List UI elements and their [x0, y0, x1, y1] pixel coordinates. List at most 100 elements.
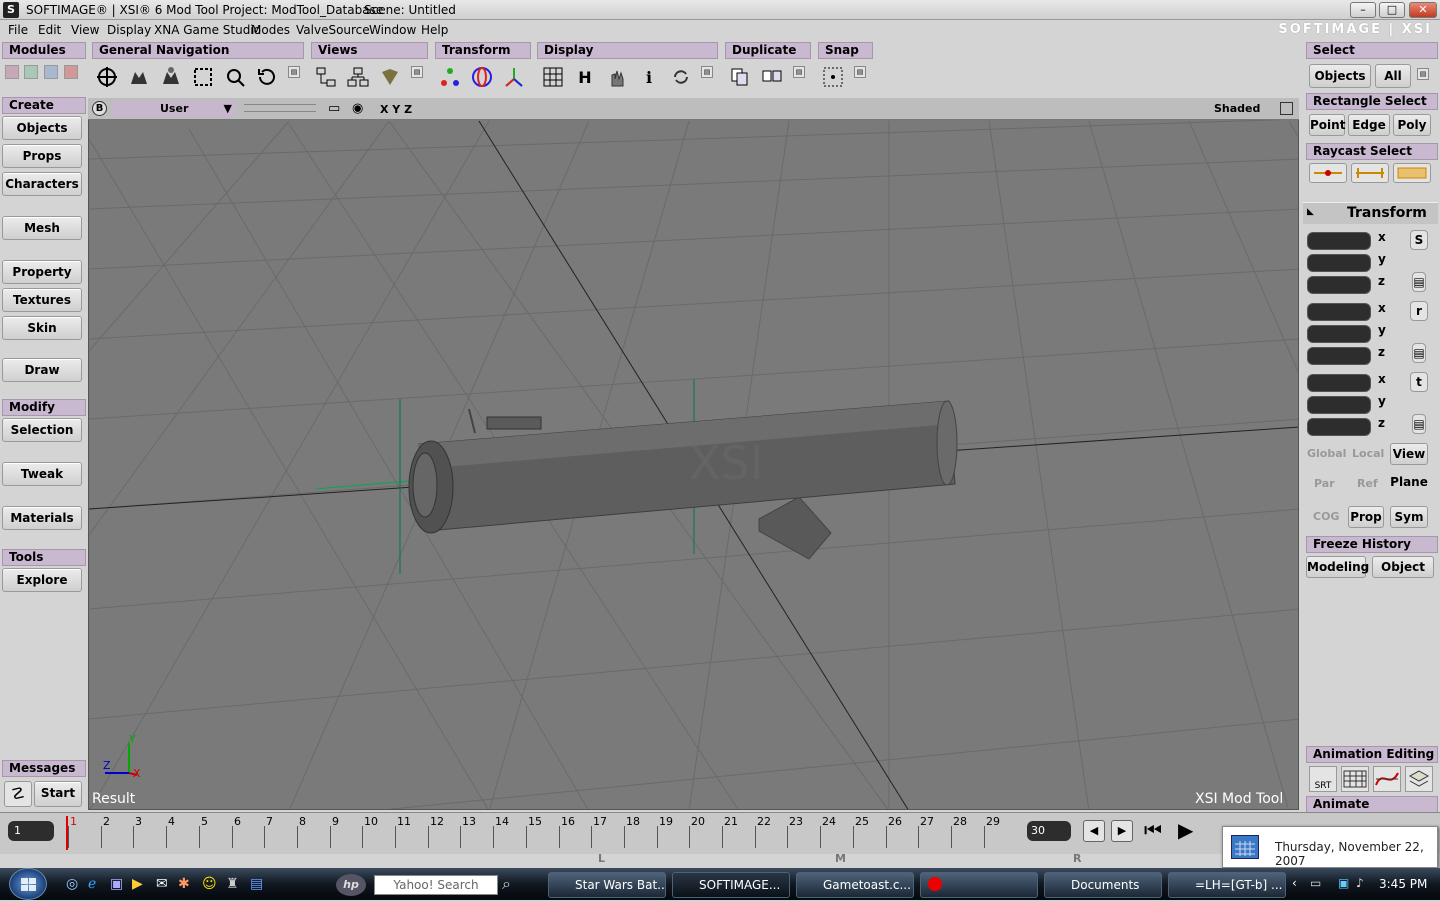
xyz-views[interactable]: X Y Z: [380, 103, 412, 116]
start-orb-icon[interactable]: [9, 868, 47, 900]
menu-display[interactable]: Display: [107, 23, 151, 37]
scale-options-icon[interactable]: ▤: [1412, 272, 1426, 292]
tray-volume-icon[interactable]: ♪: [1356, 876, 1364, 890]
previous-frame-icon[interactable]: ◀: [1083, 820, 1105, 842]
translate-x-field[interactable]: [1307, 374, 1371, 392]
marker-m[interactable]: M: [835, 852, 846, 865]
grid-display-icon[interactable]: [540, 64, 566, 90]
duplicate-header[interactable]: Duplicate: [725, 42, 811, 59]
task-softimage[interactable]: SOFTIMAGE...: [672, 872, 790, 898]
start-button[interactable]: Start: [34, 781, 82, 807]
freeze-modeling-button[interactable]: Modeling: [1306, 556, 1369, 578]
modules-header[interactable]: Modules: [2, 42, 86, 59]
info-button[interactable]: i: [636, 64, 662, 90]
tray-clock[interactable]: 3:45 PM: [1379, 877, 1427, 891]
rotate-y-field[interactable]: [1307, 325, 1371, 343]
script-editor-icon[interactable]: ☡: [4, 781, 32, 807]
first-frame-icon[interactable]: ⏮: [1144, 818, 1162, 842]
tray-keyboard-icon[interactable]: ▭: [1310, 876, 1321, 890]
quicklaunch-messenger-icon[interactable]: ☺: [202, 876, 217, 892]
dopesheet-icon[interactable]: [1341, 766, 1369, 792]
menu-edit[interactable]: Edit: [38, 23, 61, 37]
quicklaunch-mail-icon[interactable]: ✉: [156, 876, 168, 892]
point-button[interactable]: Point: [1309, 114, 1345, 136]
rotate-z-field[interactable]: [1307, 347, 1371, 365]
plane-button[interactable]: Plane: [1390, 472, 1428, 494]
raycast-select-header[interactable]: Raycast Select: [1306, 143, 1438, 160]
duplicate-more-icon[interactable]: ▤: [793, 66, 805, 78]
textures-button[interactable]: Textures: [2, 288, 82, 312]
menu-file[interactable]: File: [8, 23, 28, 37]
snap-header[interactable]: Snap: [818, 42, 873, 59]
display-header[interactable]: Display: [537, 42, 718, 59]
edge-button[interactable]: Edge: [1348, 114, 1390, 136]
property-button[interactable]: Property: [2, 260, 82, 284]
snap-grid-icon[interactable]: [820, 64, 846, 90]
scale-tool-icon[interactable]: [437, 64, 463, 90]
freeze-history-header[interactable]: Freeze History: [1306, 536, 1438, 553]
selection-button[interactable]: Selection: [2, 418, 82, 442]
camera-dropdown[interactable]: User ▼: [112, 101, 236, 117]
menu-window[interactable]: Window: [369, 23, 416, 37]
reset-view-icon[interactable]: [254, 64, 280, 90]
translate-tool-icon[interactable]: [501, 64, 527, 90]
create-props-button[interactable]: Props: [2, 144, 82, 168]
quicklaunch-media-icon[interactable]: ▶: [132, 876, 143, 892]
module-swatch-render[interactable]: [44, 65, 58, 79]
translate-button[interactable]: t: [1410, 372, 1428, 392]
skin-button[interactable]: Skin: [2, 316, 82, 340]
render-tree-icon[interactable]: [377, 64, 403, 90]
quicklaunch-app-icon[interactable]: ✱: [178, 876, 190, 892]
cog-button[interactable]: COG: [1313, 510, 1339, 523]
eye-icon[interactable]: ◉: [352, 101, 363, 116]
maximize-button[interactable]: □: [1379, 2, 1405, 18]
sym-button[interactable]: Sym: [1390, 506, 1428, 528]
rotate-options-icon[interactable]: ▤: [1412, 343, 1426, 363]
rocket-launcher-model[interactable]: [408, 400, 958, 560]
refresh-display-icon[interactable]: [668, 64, 694, 90]
materials-button[interactable]: Materials: [2, 506, 82, 530]
select-tool-icon[interactable]: [94, 64, 120, 90]
explore-button[interactable]: Explore: [2, 568, 82, 592]
global-button[interactable]: Global: [1307, 447, 1346, 460]
select-objects-button[interactable]: Objects: [1309, 64, 1371, 88]
quicklaunch-search-icon[interactable]: ◎: [66, 876, 78, 892]
schematic-view-icon[interactable]: [313, 64, 339, 90]
marker-l[interactable]: L: [598, 852, 605, 865]
select-more-icon[interactable]: ▤: [1417, 68, 1429, 80]
ref-button[interactable]: Ref: [1357, 477, 1378, 490]
viewport-badge[interactable]: B: [92, 101, 107, 116]
views-header[interactable]: Views: [311, 42, 428, 59]
tray-expand-icon[interactable]: ‹: [1292, 876, 1297, 890]
shading-mode-dropdown[interactable]: Shaded: [1214, 102, 1260, 115]
transform-header[interactable]: Transform: [435, 42, 531, 59]
translate-y-field[interactable]: [1307, 396, 1371, 414]
maximize-viewport-icon[interactable]: [1280, 102, 1293, 115]
srt-keyframe-button[interactable]: SRT: [1309, 766, 1337, 792]
task-gametoast[interactable]: Gametoast.c...: [796, 872, 914, 898]
scale-x-field[interactable]: [1307, 232, 1371, 250]
menu-modes[interactable]: Modes: [251, 23, 290, 37]
minimize-button[interactable]: –: [1350, 2, 1376, 18]
collapse-triangle-icon[interactable]: ◣: [1307, 207, 1314, 217]
yahoo-search-input[interactable]: Yahoo! Search: [374, 875, 498, 895]
current-frame-field[interactable]: 1: [8, 821, 54, 841]
raycast-edge-icon[interactable]: [1351, 163, 1389, 183]
messages-header[interactable]: Messages: [2, 760, 86, 777]
select-header[interactable]: Select: [1306, 42, 1438, 59]
play-icon[interactable]: ▶: [1178, 818, 1193, 842]
search-icon[interactable]: ⌕: [502, 874, 511, 894]
hide-button[interactable]: H: [572, 64, 598, 90]
rectangle-select-header[interactable]: Rectangle Select: [1306, 93, 1438, 110]
orbit-tool-icon[interactable]: [158, 64, 184, 90]
translate-options-icon[interactable]: ▤: [1412, 414, 1426, 434]
menu-view[interactable]: View: [71, 23, 99, 37]
scale-button[interactable]: S: [1410, 230, 1428, 250]
navigation-more-icon[interactable]: ▤: [288, 66, 300, 78]
par-button[interactable]: Par: [1314, 477, 1335, 490]
duplicate-icon[interactable]: [727, 64, 753, 90]
view-button[interactable]: View: [1390, 443, 1428, 465]
draw-button[interactable]: Draw: [2, 358, 82, 382]
task-lh-gt-b[interactable]: =LH=[GT-b] ...: [1168, 872, 1286, 898]
task-documents[interactable]: Documents: [1044, 872, 1162, 898]
